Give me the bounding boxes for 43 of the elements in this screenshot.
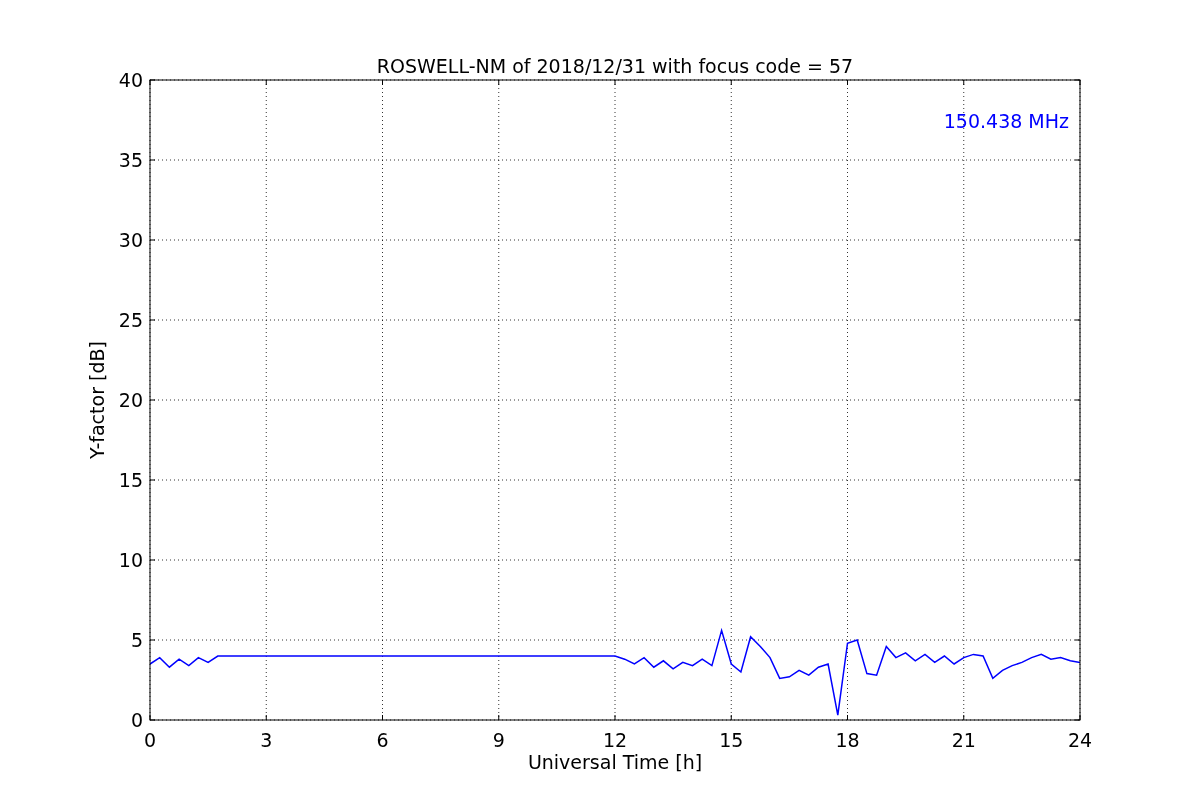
tick-mark [963, 714, 965, 721]
tick-mark [149, 159, 156, 161]
tick-mark [498, 714, 500, 721]
tick-mark [382, 79, 383, 86]
y-tick-label: 20 [118, 389, 143, 411]
x-tick-label: 15 [719, 729, 744, 751]
x-tick-label: 12 [602, 729, 628, 751]
tick-mark [149, 559, 156, 561]
tick-mark [265, 79, 267, 86]
tick-mark [730, 714, 732, 721]
y-tick-label: 5 [130, 629, 143, 651]
tick-mark [614, 79, 616, 86]
x-tick-label: 21 [951, 729, 976, 751]
x-tick-label: 18 [835, 729, 860, 751]
y-tick-label: 0 [130, 709, 143, 731]
tick-mark [847, 714, 848, 721]
tick-mark [382, 714, 383, 721]
y-tick-label: 10 [118, 549, 143, 571]
y-tick-label: 25 [118, 309, 143, 331]
chart-title: ROSWELL-NM of 2018/12/31 with focus code = 57 [376, 55, 854, 77]
x-tick-label: 6 [376, 729, 389, 751]
tick-mark [149, 399, 156, 401]
tick-mark [614, 714, 616, 721]
tick-mark [498, 79, 500, 86]
x-axis-label: Universal Time [h] [527, 751, 703, 773]
tick-mark [149, 239, 156, 241]
y-tick-label: 35 [118, 149, 143, 171]
y-tick-label: 40 [118, 69, 143, 91]
frequency-label: 150.438 MHz [943, 110, 1069, 132]
tick-mark [963, 79, 965, 86]
tick-mark [265, 714, 267, 721]
tick-mark [149, 319, 156, 321]
y-axis-label: Y-factor [dB] [86, 341, 108, 459]
tick-mark [730, 79, 732, 86]
tick-mark [149, 639, 156, 641]
x-tick-label: 3 [260, 729, 273, 751]
tick-mark [847, 79, 848, 86]
x-tick-label: 9 [492, 729, 505, 751]
y-tick-label: 15 [118, 469, 143, 491]
y-tick-label: 30 [118, 229, 143, 251]
x-tick-label: 0 [143, 729, 157, 751]
x-tick-label: 24 [1067, 729, 1093, 751]
tick-mark [149, 479, 156, 481]
